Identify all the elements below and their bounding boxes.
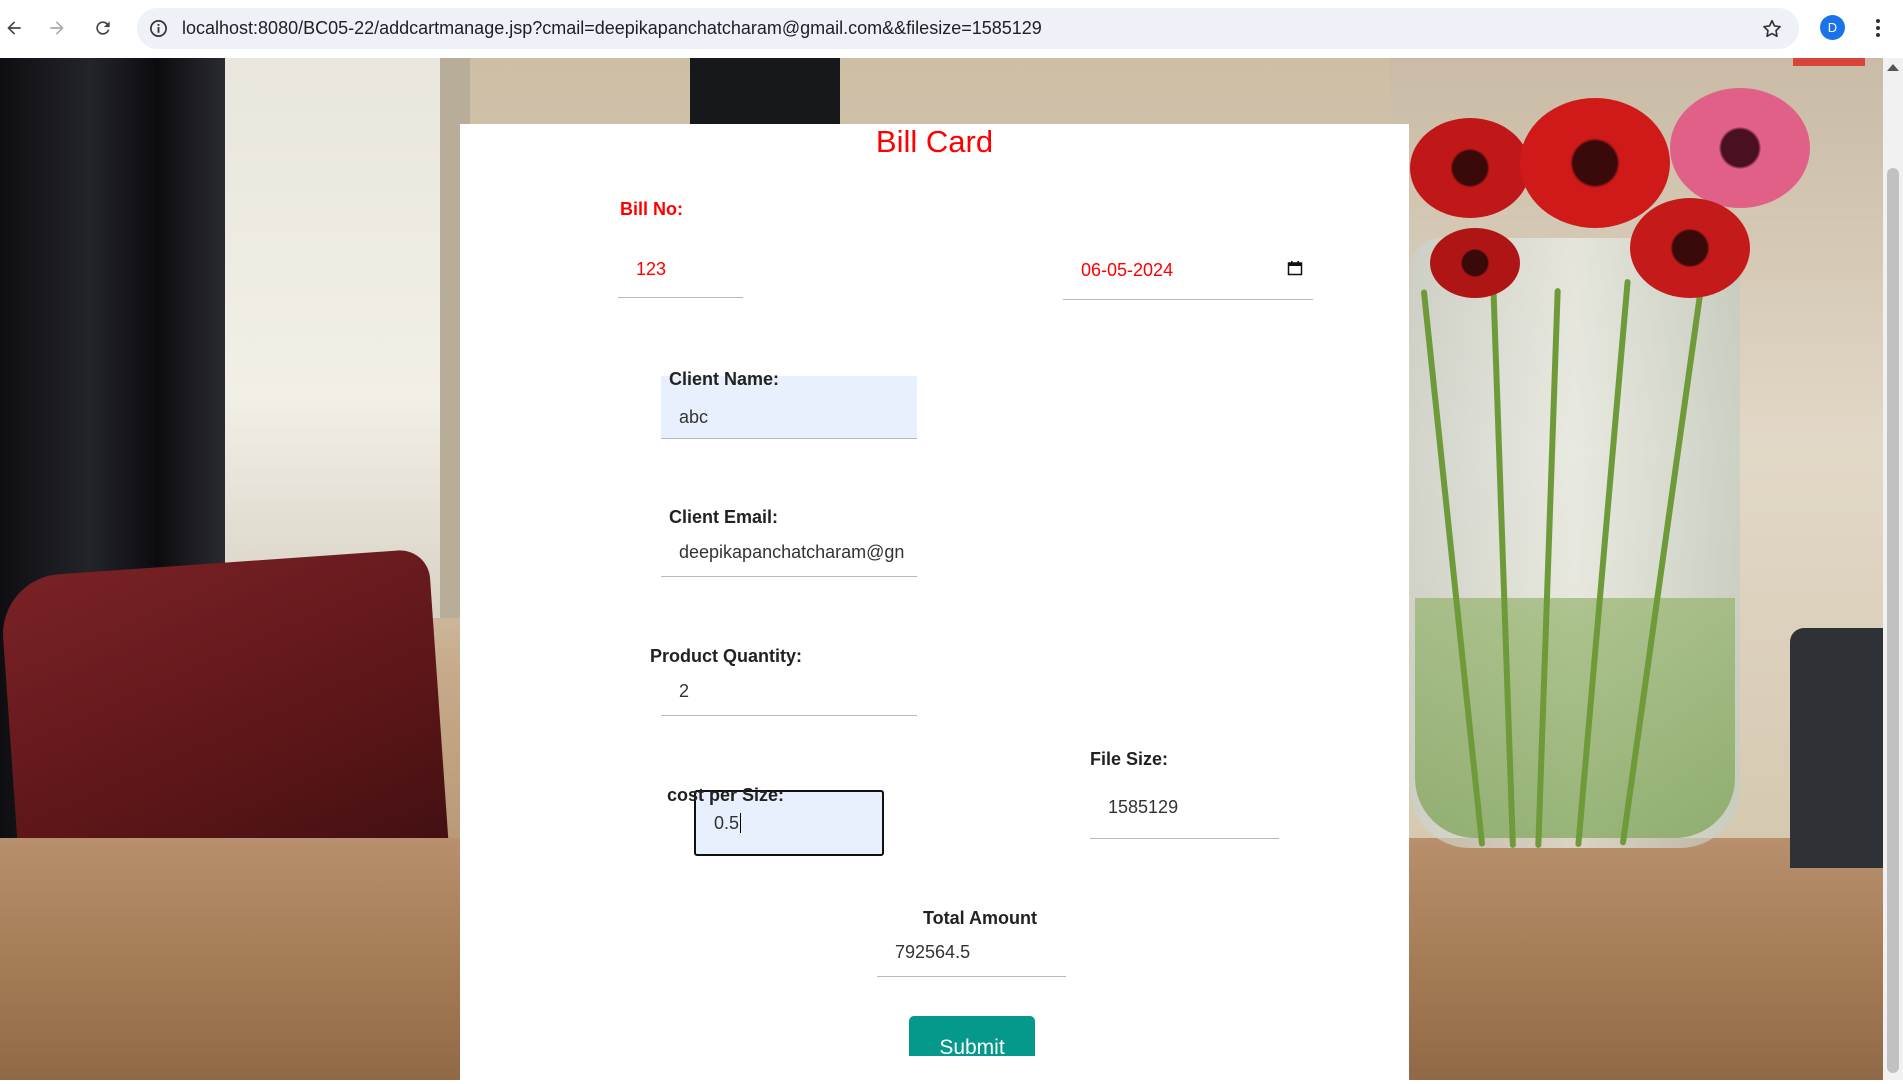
date-input[interactable]: 06-05-2024 [1063,242,1313,300]
red-flower [1430,228,1520,298]
cost-per-size-label: cost per Size: [667,785,785,805]
text-caret [740,813,742,833]
date-value: 06-05-2024 [1081,260,1174,280]
product-quantity-input[interactable]: 2 [661,667,917,716]
site-info-icon[interactable] [149,19,168,38]
total-amount-input[interactable]: 792564.5 [877,929,1066,977]
background-curtain-right [690,58,840,128]
background-chair-right [1790,628,1883,868]
file-size-label: File Size: [1090,749,1169,769]
scroll-up-arrow-icon[interactable] [1887,64,1899,71]
red-flower [1630,198,1750,298]
reload-icon[interactable] [89,14,117,42]
total-amount-label: Total Amount [923,908,1037,928]
bill-no-label: Bill No: [620,199,683,219]
scroll-thumb[interactable] [1887,168,1899,1073]
client-email-label: Client Email: [669,507,779,527]
url-text[interactable]: localhost:8080/BC05-22/addcartmanage.jsp… [182,18,1042,39]
client-email-input[interactable]: deepikapanchatcharam@gn [661,529,917,577]
red-flower [1410,118,1530,218]
calendar-icon[interactable] [1287,260,1303,276]
red-flower [1520,98,1670,228]
file-size-input[interactable]: 1585129 [1090,777,1279,839]
background-red-strip [1793,58,1865,66]
page-scrollbar[interactable] [1883,58,1903,1080]
menu-kebab-icon[interactable] [1868,14,1888,42]
pink-flower [1670,88,1810,208]
browser-toolbar: localhost:8080/BC05-22/addcartmanage.jsp… [0,0,1903,58]
form-title: Bill Card [875,124,994,159]
bookmark-star-icon[interactable] [1761,18,1783,40]
client-name-label: Client Name: [669,369,780,389]
background-window [225,58,460,618]
back-icon[interactable] [0,14,28,42]
bill-card-form: Bill Card Bill No: 123 06-05-2024 abc Cl… [460,124,1409,1084]
product-quantity-label: Product Quantity: [650,646,802,666]
submit-button[interactable]: Submit [909,1016,1035,1056]
bill-no-input[interactable]: 123 [618,242,743,298]
address-bar[interactable]: localhost:8080/BC05-22/addcartmanage.jsp… [137,8,1799,49]
forward-icon[interactable] [43,14,71,42]
profile-avatar[interactable]: D [1820,15,1845,40]
cost-per-size-value: 0.5 [714,812,740,833]
